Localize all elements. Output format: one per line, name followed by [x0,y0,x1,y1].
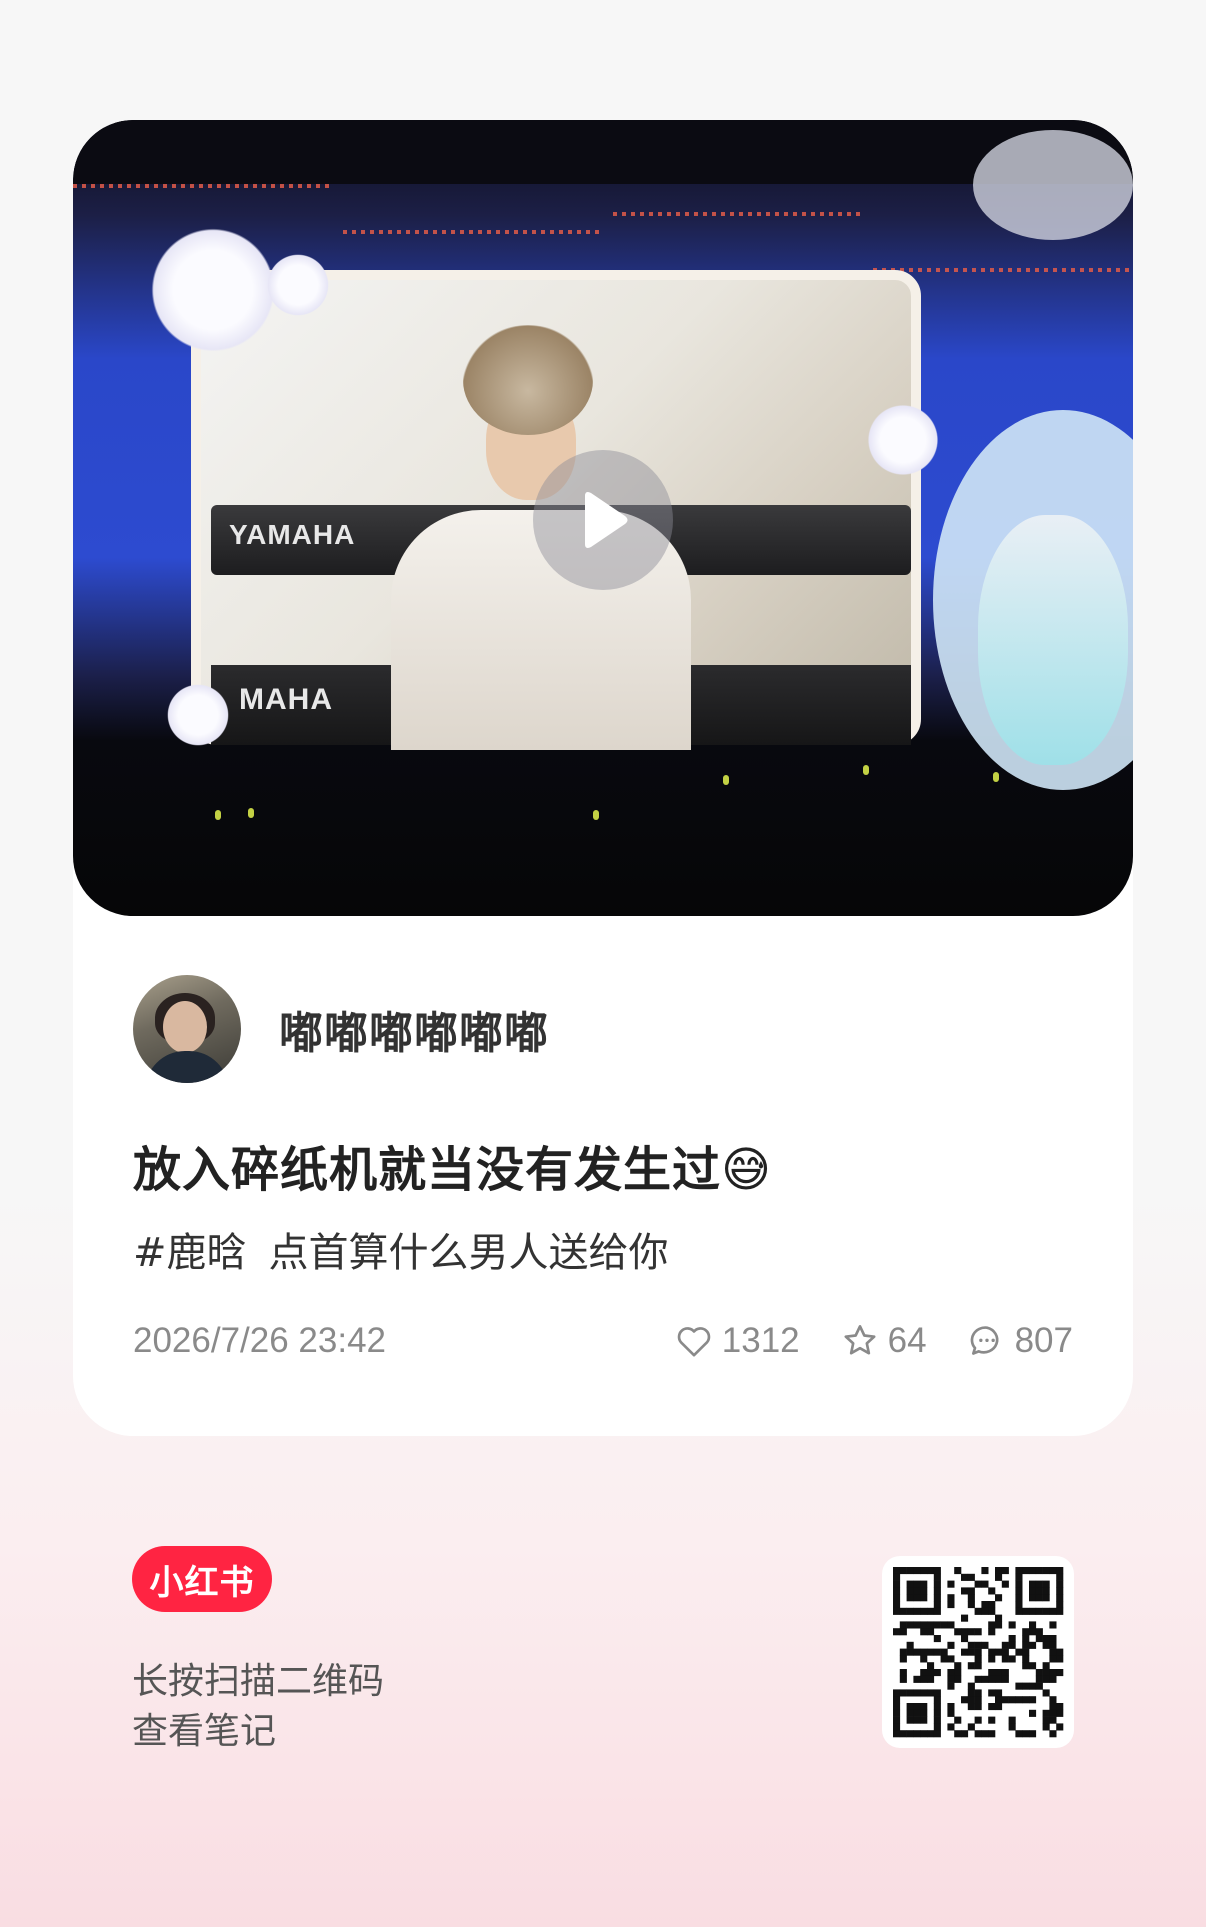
qr-code[interactable] [882,1556,1074,1748]
scan-instruction: 长按扫描二维码 [132,1661,385,1702]
favorite-stat[interactable]: 64 [840,1321,927,1361]
description-text: 点首算什么男人送给你 [268,1230,669,1276]
post-meta: 2026/7/26 23:42 1312 64 807 [133,1316,1073,1366]
like-stat[interactable]: 1312 [674,1321,800,1361]
flower-decoration [263,250,333,320]
like-count: 1312 [721,1321,800,1360]
lightstick [593,810,599,820]
favorite-count: 64 [887,1321,927,1360]
scan-instruction-sub: 查看笔记 [132,1711,277,1752]
flower-decoration [163,680,233,750]
lightstick [863,765,869,775]
comment-count: 807 [1014,1321,1073,1360]
lightstick [723,775,729,785]
lightstick [215,810,221,820]
post-description: #鹿晗 点首算什么男人送给你 [133,1220,669,1278]
xiaohongshu-logo: 小红书 [132,1546,272,1612]
hashtag[interactable]: #鹿晗 [133,1230,247,1276]
stage-led-strip [873,268,1133,272]
author-name[interactable]: 嘟嘟嘟嘟嘟嘟 [279,997,549,1061]
performer-hair [463,325,593,435]
stage-mascot [978,515,1128,765]
flower-decoration [863,400,943,480]
lightstick [248,808,254,818]
author-row[interactable]: 嘟嘟嘟嘟嘟嘟 [133,975,549,1083]
post-title: 放入碎纸机就当没有发生过😅 [133,1142,773,1198]
post-timestamp: 2026/7/26 23:42 [133,1321,387,1360]
stage-cloud [973,130,1133,240]
lightstick [993,772,999,782]
keyboard-brand: YAMAHA [229,519,356,550]
stage-led-strip [343,230,603,234]
comment-icon [970,1326,999,1355]
star-icon [844,1325,876,1355]
avatar[interactable] [133,975,241,1083]
qr-code-pattern [893,1567,1064,1738]
comment-stat[interactable]: 807 [967,1321,1073,1361]
note-card[interactable]: YAMAHA MAHA 嘟嘟嘟嘟嘟嘟 放入碎纸机就当没有发生过😅 #鹿晗 点首算… [73,120,1133,1436]
flower-decoration [143,220,283,360]
play-button[interactable] [533,450,673,590]
stage-led-strip [73,184,333,188]
keyboard-brand-lower: MAHA [239,683,333,716]
stage-led-strip [613,212,863,216]
video-thumbnail[interactable]: YAMAHA MAHA [73,120,1133,916]
play-icon [585,492,628,548]
heart-icon [677,1327,711,1357]
